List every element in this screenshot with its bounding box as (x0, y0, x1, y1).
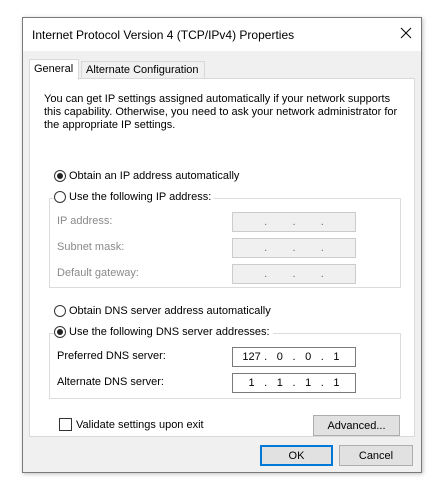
validate-checkbox[interactable] (59, 418, 72, 431)
ok-button[interactable]: OK (260, 445, 333, 466)
intro-text: You can get IP settings assigned automat… (44, 93, 398, 131)
dns-auto-option[interactable]: Obtain DNS server address automatically (54, 305, 274, 317)
ip-manual-option[interactable]: Use the following IP address: (54, 191, 215, 203)
general-panel: You can get IP settings assigned automat… (29, 78, 415, 437)
advanced-button[interactable]: Advanced... (313, 415, 400, 436)
dns-auto-radio[interactable] (54, 305, 66, 317)
dns-auto-label: Obtain DNS server address automatically (69, 305, 271, 317)
ip-manual-label: Use the following IP address: (69, 191, 212, 203)
dns-manual-radio[interactable] (54, 326, 66, 338)
dialog-window: Internet Protocol Version 4 (TCP/IPv4) P… (22, 17, 422, 473)
tab-general-label: General (34, 63, 74, 75)
ip-auto-radio[interactable] (54, 170, 66, 182)
cancel-button[interactable]: Cancel (339, 445, 413, 466)
dns-manual-option[interactable]: Use the following DNS server addresses: (54, 326, 273, 338)
preferred-dns-field[interactable]: 127. 0. 0. 1 (232, 347, 356, 367)
tab-alternate-configuration[interactable]: Alternate Configuration (81, 61, 205, 78)
validate-option[interactable]: Validate settings upon exit (59, 418, 207, 431)
ip-address-label: IP address: (57, 215, 113, 227)
alternate-dns-label: Alternate DNS server: (57, 376, 164, 388)
tab-alternate-configuration-label: Alternate Configuration (86, 64, 199, 76)
close-icon (400, 27, 412, 39)
ip-address-field: . . . (232, 212, 356, 232)
alternate-dns-field[interactable]: 1. 1. 1. 1 (232, 373, 356, 393)
subnet-mask-label: Subnet mask: (57, 241, 125, 253)
ip-auto-label: Obtain an IP address automatically (69, 170, 240, 182)
dns-manual-label: Use the following DNS server addresses: (69, 326, 270, 338)
default-gateway-label: Default gateway: (57, 267, 139, 279)
subnet-mask-field: . . . (232, 238, 356, 258)
tab-general[interactable]: General (29, 59, 79, 80)
ip-auto-option[interactable]: Obtain an IP address automatically (54, 170, 243, 182)
close-button[interactable] (391, 18, 421, 48)
ip-manual-radio[interactable] (54, 191, 66, 203)
title-bar: Internet Protocol Version 4 (TCP/IPv4) P… (23, 18, 421, 51)
window-title: Internet Protocol Version 4 (TCP/IPv4) P… (32, 28, 295, 42)
default-gateway-field: . . . (232, 264, 356, 284)
preferred-dns-label: Preferred DNS server: (57, 350, 166, 362)
validate-label: Validate settings upon exit (76, 418, 204, 431)
